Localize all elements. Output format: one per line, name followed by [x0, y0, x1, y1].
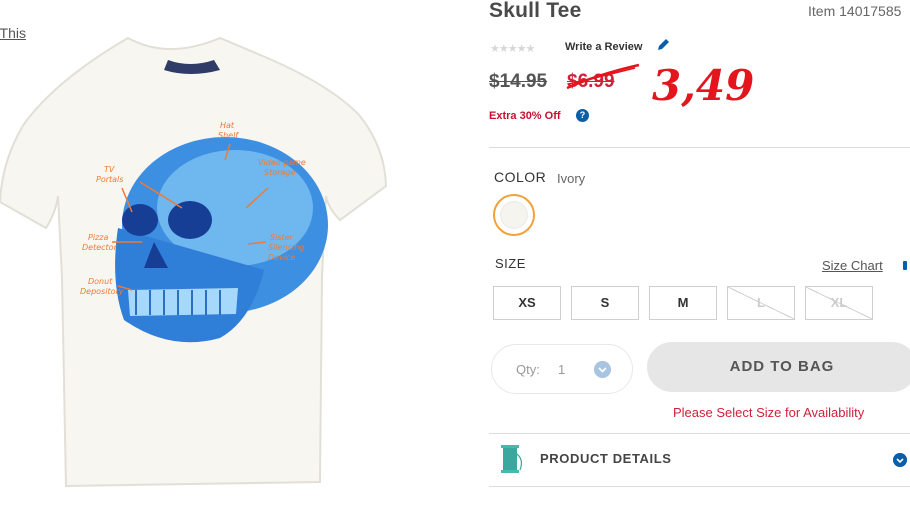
- extra-offer: Extra 30% Off: [489, 110, 561, 122]
- color-label: COLOR: [494, 169, 547, 185]
- qty-label: Qty:: [516, 362, 540, 377]
- item-number: Item 14017585: [808, 3, 902, 19]
- spool-icon: [501, 445, 523, 473]
- product-title: Skull Tee: [489, 0, 582, 22]
- chevron-down-icon[interactable]: [594, 361, 611, 378]
- size-option-xs[interactable]: XS: [493, 286, 561, 320]
- chevron-down-icon[interactable]: [893, 453, 907, 467]
- color-value: Ivory: [557, 171, 586, 186]
- availability-message: Please Select Size for Availability: [673, 405, 865, 420]
- ruler-icon[interactable]: [903, 261, 907, 270]
- svg-text:Shelf: Shelf: [218, 131, 239, 140]
- size-option-m[interactable]: M: [649, 286, 717, 320]
- rating-stars[interactable]: ★★★★★: [490, 42, 535, 55]
- price-scribble: [566, 63, 640, 90]
- svg-text:Portals: Portals: [96, 175, 123, 184]
- swatch-fill: [500, 201, 528, 229]
- svg-text:Silencing: Silencing: [268, 243, 304, 252]
- color-swatch-ivory[interactable]: [493, 194, 535, 236]
- svg-text:Storage: Storage: [264, 168, 295, 177]
- size-option-s[interactable]: S: [571, 286, 639, 320]
- svg-text:TV: TV: [104, 165, 115, 174]
- svg-text:Sister: Sister: [270, 233, 294, 242]
- svg-text:Detector: Detector: [82, 243, 118, 252]
- original-price: $14.95: [489, 71, 548, 92]
- handwritten-price: 3,49: [652, 61, 755, 110]
- quantity-selector[interactable]: Qty: 1: [491, 344, 633, 394]
- divider: [489, 486, 910, 487]
- size-option-xl[interactable]: XL: [805, 286, 873, 320]
- write-review-link[interactable]: Write a Review: [565, 41, 642, 53]
- add-to-bag-button[interactable]: ADD TO BAG: [647, 342, 910, 392]
- help-icon[interactable]: ?: [576, 109, 589, 122]
- product-details-accordion[interactable]: PRODUCT DETAILS: [489, 434, 910, 486]
- svg-text:Donut: Donut: [88, 277, 113, 286]
- product-image: Hat Shelf Video game Storage TV Portals …: [0, 36, 388, 488]
- product-details-label: PRODUCT DETAILS: [540, 451, 672, 466]
- qty-value: 1: [558, 362, 566, 377]
- size-label: SIZE: [495, 256, 526, 271]
- svg-text:Video game: Video game: [258, 158, 306, 167]
- svg-text:Device: Device: [268, 253, 295, 262]
- pencil-icon[interactable]: [655, 37, 671, 53]
- svg-text:Hat: Hat: [220, 121, 235, 130]
- svg-text:Pizza: Pizza: [88, 233, 108, 242]
- divider: [489, 147, 910, 148]
- size-option-l[interactable]: L: [727, 286, 795, 320]
- svg-text:Depository: Depository: [80, 287, 124, 296]
- size-chart-link[interactable]: Size Chart: [822, 258, 883, 273]
